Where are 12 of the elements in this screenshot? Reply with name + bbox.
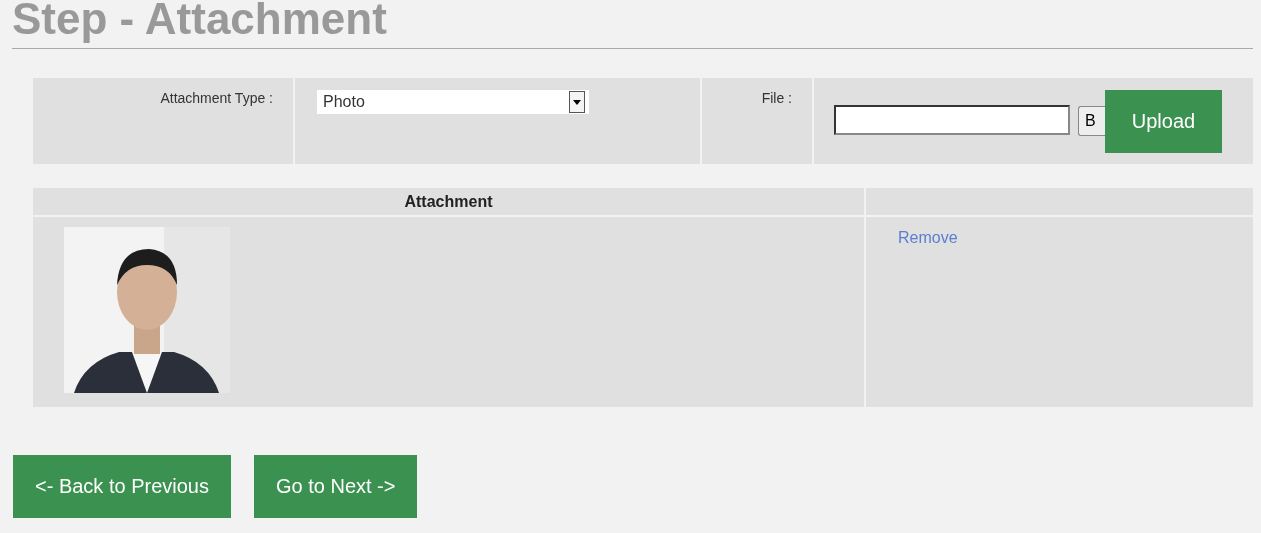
column-header: Attachment <box>33 188 864 215</box>
remove-link[interactable]: Remove <box>898 229 958 246</box>
page-title: Step - Attachment <box>12 0 1253 49</box>
field-label: Attachment Type : <box>160 90 273 106</box>
browse-button[interactable]: B <box>1078 106 1105 136</box>
caret-icon <box>569 91 585 113</box>
file-path-field[interactable] <box>834 105 1070 135</box>
back-button[interactable]: <- Back to Previous <box>13 455 231 518</box>
field-label: File : <box>761 90 792 106</box>
upload-button[interactable]: Upload <box>1105 90 1222 153</box>
next-button[interactable]: Go to Next -> <box>253 455 418 518</box>
attachment-type-dropdown[interactable]: Photo <box>317 90 589 114</box>
